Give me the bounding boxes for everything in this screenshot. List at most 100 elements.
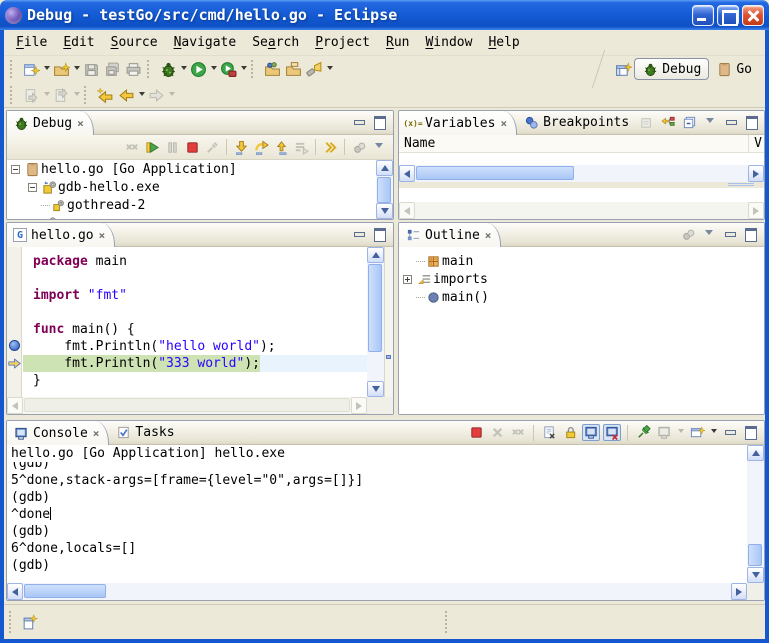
forward-dropdown[interactable] xyxy=(167,85,176,105)
menu-project[interactable]: Project xyxy=(307,33,378,52)
outline-row-main-func[interactable]: main() xyxy=(399,288,764,306)
scroll-up-button[interactable] xyxy=(376,160,393,176)
menu-run[interactable]: Run xyxy=(378,33,417,52)
variables-empty-row[interactable] xyxy=(399,153,764,165)
next-annotation-dropdown[interactable] xyxy=(42,85,51,105)
column-name[interactable]: Name xyxy=(404,136,435,151)
maximize-view-button[interactable] xyxy=(742,226,760,243)
scrollbar-thumb[interactable] xyxy=(416,166,574,180)
fast-view-button[interactable] xyxy=(18,611,40,633)
close-debug-view-icon[interactable]: × xyxy=(77,117,84,130)
tree-row-launch[interactable]: hello.go [Go Application] xyxy=(7,160,375,178)
new-project-button[interactable] xyxy=(51,59,72,80)
add-variable-button[interactable] xyxy=(659,114,677,131)
minimize-view-button[interactable] xyxy=(722,114,740,131)
variables-detail-pane[interactable] xyxy=(399,188,764,202)
collapse-expander-icon[interactable] xyxy=(11,165,20,174)
scroll-up-button[interactable] xyxy=(747,445,764,461)
debug-tree-vertical-scrollbar[interactable] xyxy=(376,160,393,219)
code-area[interactable]: package main import "fmt" func main() { … xyxy=(23,247,367,397)
tree-row-process[interactable]: gdb-hello.exe xyxy=(7,178,375,196)
debug-launch-button[interactable] xyxy=(158,59,179,80)
run-external-tools-dropdown[interactable] xyxy=(239,59,248,79)
view-options-button[interactable] xyxy=(679,226,697,243)
editor-vertical-scrollbar[interactable] xyxy=(367,247,384,397)
view-options-button[interactable] xyxy=(350,139,368,156)
scroll-down-button[interactable] xyxy=(367,381,384,397)
outline-row-package[interactable]: main xyxy=(399,252,764,270)
run-launch-button[interactable] xyxy=(188,59,209,80)
display-console-dropdown[interactable] xyxy=(676,423,685,443)
scrollbar-thumb[interactable] xyxy=(377,177,391,203)
step-over-button[interactable] xyxy=(252,139,270,156)
step-return-button[interactable] xyxy=(272,139,290,156)
toolbar-grip[interactable] xyxy=(147,60,155,78)
debug-launch-dropdown[interactable] xyxy=(179,59,188,79)
run-external-tools-button[interactable] xyxy=(218,59,239,80)
search-dropdown[interactable] xyxy=(325,59,334,79)
open-console-button[interactable] xyxy=(688,424,706,441)
maximize-view-button[interactable] xyxy=(371,226,389,243)
new-wizard-button[interactable] xyxy=(21,59,42,80)
tab-debug[interactable]: Debug × xyxy=(7,111,94,135)
show-type-names-button[interactable] xyxy=(638,114,656,131)
back-to-editor-button[interactable] xyxy=(95,85,116,106)
menu-source[interactable]: Source xyxy=(103,33,166,52)
variables-table-header[interactable]: Name V xyxy=(399,135,764,153)
maximize-view-button[interactable] xyxy=(743,114,761,131)
breakpoint-icon[interactable] xyxy=(9,340,20,351)
scroll-right-button[interactable] xyxy=(748,202,764,219)
remove-all-terminated-button[interactable] xyxy=(509,424,527,441)
disconnect-button[interactable] xyxy=(203,139,221,156)
console-vertical-scrollbar[interactable] xyxy=(747,445,764,583)
open-console-dropdown[interactable] xyxy=(709,423,718,443)
toolbar-grip[interactable] xyxy=(10,86,18,104)
collapse-all-button[interactable] xyxy=(680,114,698,131)
minimize-view-button[interactable] xyxy=(721,424,739,441)
minimize-view-button[interactable] xyxy=(350,114,368,131)
outline-tree[interactable]: main imports main() xyxy=(399,247,764,414)
clear-console-button[interactable] xyxy=(540,424,558,441)
editor-annotation-ruler[interactable] xyxy=(7,247,22,397)
open-plugin-artifact-button[interactable] xyxy=(262,59,283,80)
show-console-stdout-toggle[interactable] xyxy=(582,424,600,441)
scrollbar-thumb[interactable] xyxy=(748,544,762,566)
back-button[interactable] xyxy=(116,85,137,106)
menu-search[interactable]: Search xyxy=(244,33,307,52)
terminate-button[interactable] xyxy=(183,139,201,156)
editor-area[interactable]: package main import "fmt" func main() { … xyxy=(7,247,393,414)
scroll-left-button[interactable] xyxy=(7,583,23,600)
debug-tree[interactable]: hello.go [Go Application] gdb-hello.exe … xyxy=(7,160,393,219)
variables-detail-sash[interactable] xyxy=(399,182,764,188)
tree-row-partial[interactable] xyxy=(7,214,375,219)
expand-expander-icon[interactable] xyxy=(403,275,412,284)
back-dropdown[interactable] xyxy=(137,85,146,105)
search-button[interactable] xyxy=(304,59,325,80)
tab-console[interactable]: Console × xyxy=(7,421,109,445)
scroll-left-button[interactable] xyxy=(399,202,415,219)
menu-help[interactable]: Help xyxy=(480,33,527,52)
scroll-left-button[interactable] xyxy=(7,397,23,414)
column-value[interactable]: V xyxy=(748,135,762,152)
scroll-right-button[interactable] xyxy=(731,583,747,600)
print-button[interactable] xyxy=(123,59,144,80)
step-into-button[interactable] xyxy=(232,139,250,156)
resume-button[interactable] xyxy=(143,139,161,156)
close-variables-view-icon[interactable]: × xyxy=(500,117,507,130)
suspend-button[interactable] xyxy=(163,139,181,156)
menu-edit[interactable]: Edit xyxy=(55,33,102,52)
previous-annotation-dropdown[interactable] xyxy=(72,85,81,105)
variables-horizontal-scrollbar[interactable] xyxy=(399,165,764,182)
scrollbar-thumb[interactable] xyxy=(24,584,106,598)
toolbar-grip[interactable] xyxy=(84,86,92,104)
overview-annotation-marker[interactable] xyxy=(386,355,391,359)
next-annotation-button[interactable] xyxy=(21,85,42,106)
previous-annotation-button[interactable] xyxy=(51,85,72,106)
save-all-button[interactable] xyxy=(102,59,123,80)
close-editor-icon[interactable]: × xyxy=(99,229,106,242)
scroll-down-button[interactable] xyxy=(747,567,764,583)
minimize-view-button[interactable] xyxy=(350,226,368,243)
view-menu-chevron[interactable] xyxy=(370,139,388,156)
menu-file[interactable]: File xyxy=(8,33,55,52)
maximize-view-button[interactable] xyxy=(742,424,760,441)
